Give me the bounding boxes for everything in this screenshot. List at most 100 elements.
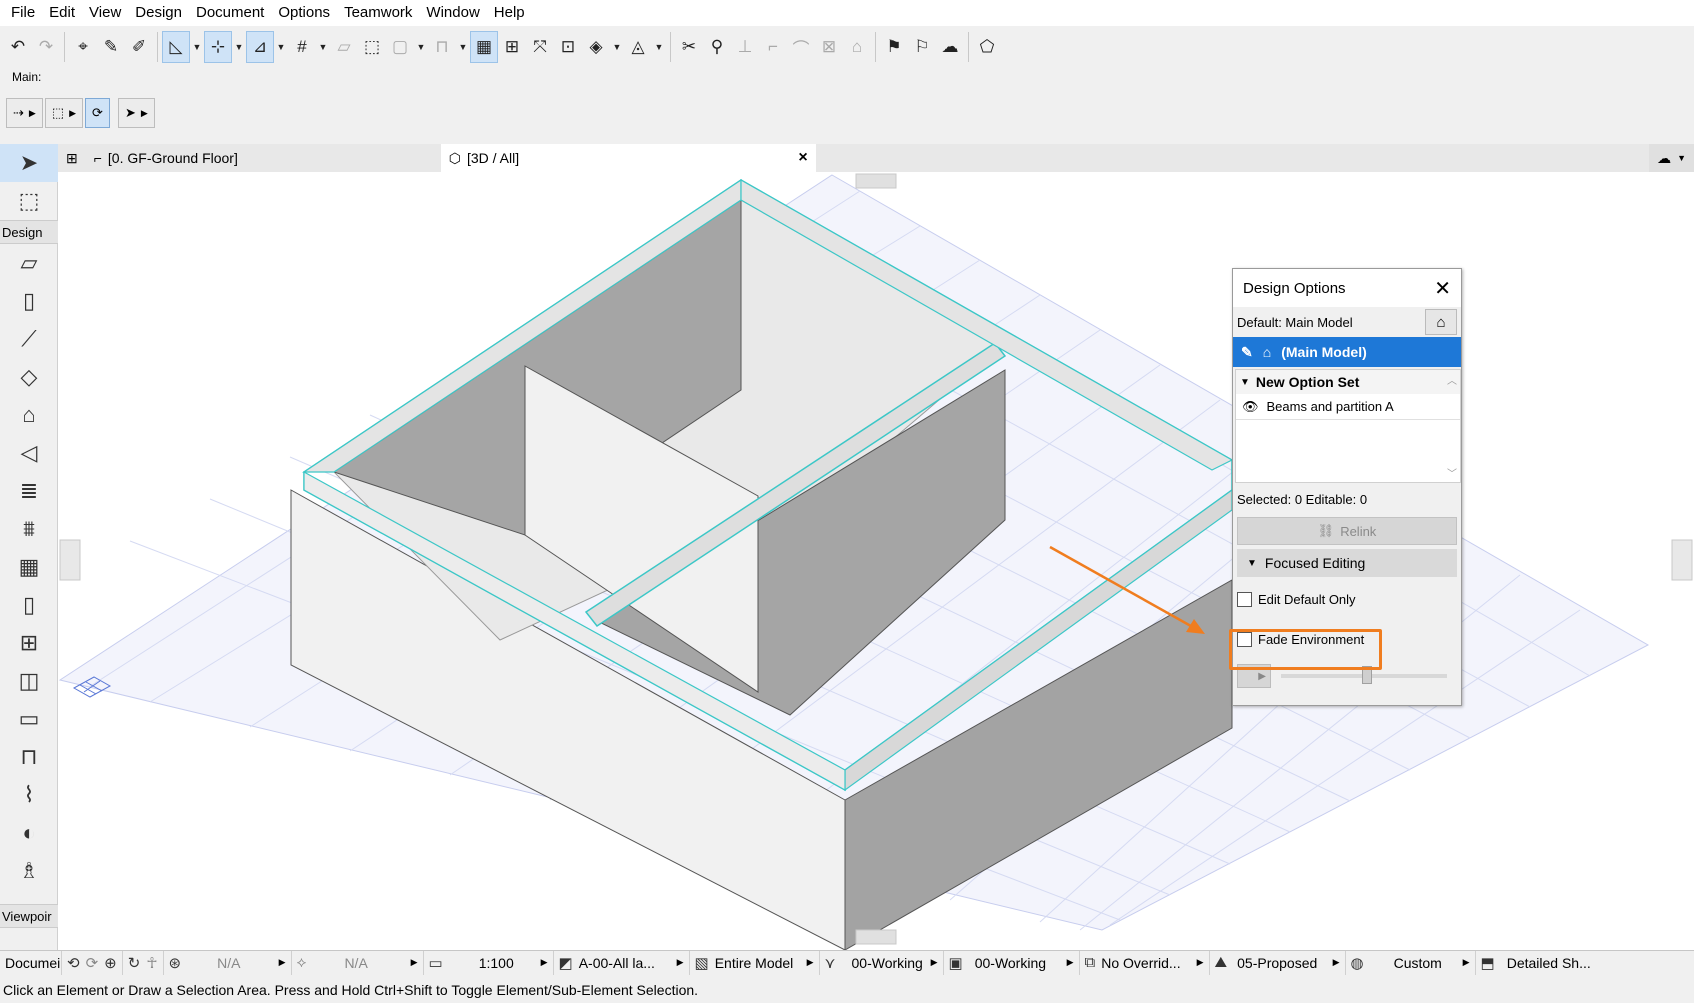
- camera-selector[interactable]: ⊛ N/A ▶: [164, 950, 292, 975]
- snap-guides-dropdown-icon[interactable]: ▼: [232, 31, 246, 63]
- orbit-icon[interactable]: ⟲: [67, 954, 80, 972]
- suspend-groups-icon[interactable]: ⬚: [358, 31, 386, 63]
- bim-cloud-icon[interactable]: ⬠: [973, 31, 1001, 63]
- navigator-button[interactable]: ☁ ▼: [1649, 144, 1694, 172]
- surface-selector[interactable]: ◍ Custom ▶: [1346, 950, 1476, 975]
- fade-slider-track[interactable]: [1281, 666, 1447, 684]
- tab-3d-all[interactable]: ⬡ [3D / All] ×: [440, 144, 816, 172]
- magic-wand-icon[interactable]: ⚲: [703, 31, 731, 63]
- redo-icon[interactable]: ↷: [32, 31, 60, 63]
- list-scrollbar[interactable]: ︿ ﹀: [1444, 370, 1460, 482]
- object-tool-icon[interactable]: ⊓: [0, 738, 58, 776]
- resize-icon[interactable]: ⊠: [815, 31, 843, 63]
- redo-view-icon[interactable]: ⟳: [86, 954, 99, 972]
- fit-icon[interactable]: ⤧: [526, 31, 554, 63]
- teamwork-icon[interactable]: ☁: [936, 31, 964, 63]
- menu-document[interactable]: Document: [189, 0, 271, 26]
- opening-tool-icon[interactable]: ▭: [0, 700, 58, 738]
- quick-selection-button[interactable]: ⟳: [85, 98, 110, 128]
- option-set-row[interactable]: ▼ New Option Set: [1236, 370, 1460, 394]
- design-option-row[interactable]: 👁 Beams and partition A: [1236, 394, 1460, 420]
- skylight-tool-icon[interactable]: ◫: [0, 662, 58, 700]
- section-dropdown-icon[interactable]: ▼: [652, 31, 666, 63]
- renovation-filter-selector[interactable]: ⛰ 05-Proposed ▶: [1210, 950, 1346, 975]
- dimension-icon[interactable]: ⊞: [498, 31, 526, 63]
- menu-window[interactable]: Window: [419, 0, 486, 26]
- shell-tool-icon[interactable]: ◁: [0, 434, 58, 472]
- menu-file[interactable]: File: [4, 0, 42, 26]
- marquee-tool-icon[interactable]: ⬚: [0, 182, 58, 220]
- structural-display-selector[interactable]: ▧ Entire Model ▶: [690, 950, 820, 975]
- 3d-view-icon[interactable]: ◈: [582, 31, 610, 63]
- tab-ground-floor[interactable]: ⌐ [0. GF-Ground Floor]: [86, 144, 441, 172]
- scissors-icon[interactable]: ✂: [675, 31, 703, 63]
- selection-method-button[interactable]: ⇢ ▶: [6, 98, 43, 128]
- layer-combination-selector[interactable]: ◩ A-00-All la... ▶: [554, 950, 690, 975]
- column-tool-icon[interactable]: ▯: [0, 282, 58, 320]
- chair-object-icon[interactable]: ♗: [0, 852, 58, 890]
- roof-tool-icon[interactable]: ⌂: [0, 396, 58, 434]
- option-set-list[interactable]: ▼ New Option Set 👁 Beams and partition A…: [1235, 369, 1461, 483]
- coordinates-dropdown-icon[interactable]: ▼: [274, 31, 288, 63]
- mesh-tool-icon[interactable]: ⌇: [0, 776, 58, 814]
- detail-level-selector[interactable]: ⬒ Detailed Sh... ▶: [1476, 951, 1596, 975]
- scroll-down-icon[interactable]: ﹀: [1447, 465, 1457, 480]
- close-palette-icon[interactable]: ✕: [1434, 276, 1451, 301]
- corner-icon[interactable]: ⌐: [759, 31, 787, 63]
- grid-plane-icon[interactable]: ▱: [330, 31, 358, 63]
- flag-icon[interactable]: ⚑: [880, 31, 908, 63]
- grid-dropdown-icon[interactable]: ▼: [316, 31, 330, 63]
- menu-teamwork[interactable]: Teamwork: [337, 0, 419, 26]
- inject-icon[interactable]: ✐: [125, 31, 153, 63]
- menu-view[interactable]: View: [82, 0, 128, 26]
- find-select-icon[interactable]: ⌖: [69, 31, 97, 63]
- curve-icon[interactable]: ⌒: [787, 31, 815, 63]
- section-icon[interactable]: ◬: [624, 31, 652, 63]
- close-tab-icon[interactable]: ×: [798, 149, 807, 167]
- menu-options[interactable]: Options: [271, 0, 337, 26]
- roof-icon[interactable]: ⌂: [843, 31, 871, 63]
- pen-set-selector[interactable]: ⋎ 00-Working ▶: [820, 950, 944, 975]
- graphic-override-selector[interactable]: ⧉ No Overrid... ▶: [1080, 950, 1210, 975]
- morph-tool-icon[interactable]: ◐: [0, 814, 58, 852]
- menu-edit[interactable]: Edit: [42, 0, 82, 26]
- layout-icon[interactable]: ▦: [470, 31, 498, 63]
- eye-icon[interactable]: 👁: [1242, 399, 1259, 415]
- lock-icon[interactable]: ⊓: [428, 31, 456, 63]
- railing-tool-icon[interactable]: ⩩: [0, 510, 58, 548]
- snap-guides-icon[interactable]: ⊹: [204, 31, 232, 63]
- elevate-icon[interactable]: ⊥: [731, 31, 759, 63]
- marquee-icon[interactable]: ⊡: [554, 31, 582, 63]
- door-tool-icon[interactable]: ▯: [0, 586, 58, 624]
- menu-design[interactable]: Design: [128, 0, 189, 26]
- curtain-wall-tool-icon[interactable]: ▦: [0, 548, 58, 586]
- tab-overview[interactable]: ⊞: [58, 144, 86, 172]
- walk-icon[interactable]: ☥: [146, 954, 157, 972]
- layers-icon[interactable]: ▢: [386, 31, 414, 63]
- menu-help[interactable]: Help: [487, 0, 532, 26]
- grid-icon[interactable]: #: [288, 31, 316, 63]
- stair-tool-icon[interactable]: ≣: [0, 472, 58, 510]
- main-model-row[interactable]: ✎ ⌂ (Main Model): [1233, 337, 1461, 367]
- slab-tool-icon[interactable]: ◇: [0, 358, 58, 396]
- relink-button[interactable]: ⛓ Relink: [1237, 517, 1457, 545]
- coordinates-icon[interactable]: ⊿: [246, 31, 274, 63]
- lock-dropdown-icon[interactable]: ▼: [456, 31, 470, 63]
- layers-dropdown-icon[interactable]: ▼: [414, 31, 428, 63]
- rotate-view-icon[interactable]: ↻: [128, 954, 141, 972]
- zoom-icon[interactable]: ⊕: [104, 954, 117, 972]
- edit-default-only-checkbox[interactable]: [1237, 591, 1252, 607]
- arrow-tool-icon[interactable]: ➤: [0, 144, 58, 182]
- model-view-selector[interactable]: ▣ 00-Working ▶: [944, 950, 1080, 975]
- guide-lines-icon[interactable]: ◺: [162, 31, 190, 63]
- window-tool-icon[interactable]: ⊞: [0, 624, 58, 662]
- path-selector[interactable]: ⟡ N/A ▶: [292, 950, 424, 975]
- pointer-tool-button[interactable]: ➤ ▶: [117, 98, 155, 128]
- wall-tool-icon[interactable]: ▱: [0, 244, 58, 282]
- scroll-up-icon[interactable]: ︿: [1447, 372, 1457, 387]
- focused-editing-header[interactable]: ▼ Focused Editing: [1237, 549, 1457, 577]
- undo-icon[interactable]: ↶: [4, 31, 32, 63]
- marquee-method-button[interactable]: ⬚ ▶: [44, 98, 84, 128]
- issue-icon[interactable]: ⚐: [908, 31, 936, 63]
- beam-tool-icon[interactable]: ⟋: [0, 320, 58, 358]
